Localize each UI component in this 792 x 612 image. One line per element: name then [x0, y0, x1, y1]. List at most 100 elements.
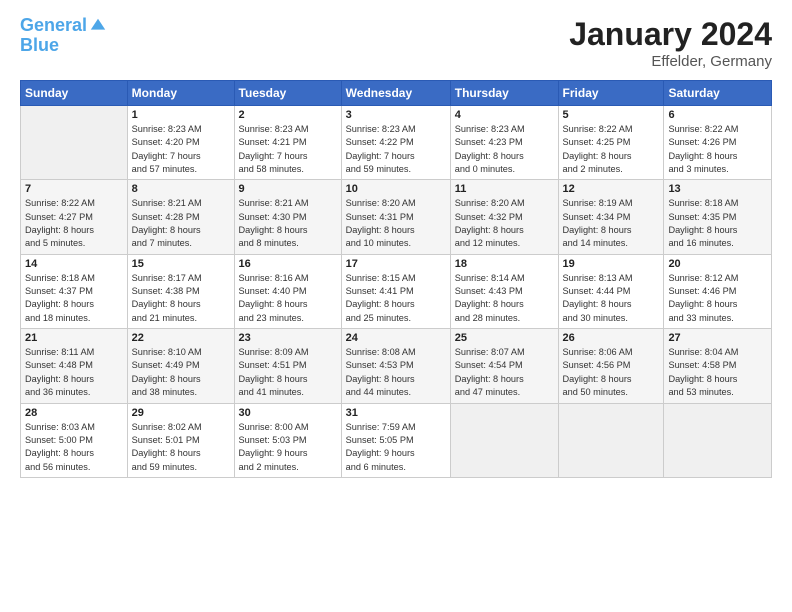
calendar-cell — [21, 106, 128, 180]
day-info: Sunrise: 8:08 AMSunset: 4:53 PMDaylight:… — [346, 346, 446, 399]
day-number: 22 — [132, 332, 230, 344]
day-info: Sunrise: 8:23 AMSunset: 4:20 PMDaylight:… — [132, 123, 230, 176]
day-info: Sunrise: 8:23 AMSunset: 4:21 PMDaylight:… — [239, 123, 337, 176]
calendar-cell: 29 Sunrise: 8:02 AMSunset: 5:01 PMDayligh… — [127, 403, 234, 477]
day-number: 5 — [563, 109, 660, 121]
logo-text: General — [20, 16, 87, 36]
calendar-cell — [450, 403, 558, 477]
logo-icon — [89, 17, 107, 35]
day-info: Sunrise: 8:13 AMSunset: 4:44 PMDaylight:… — [563, 272, 660, 325]
day-info: Sunrise: 8:16 AMSunset: 4:40 PMDaylight:… — [239, 272, 337, 325]
calendar-cell: 11Sunrise: 8:20 AMSunset: 4:32 PMDayligh… — [450, 180, 558, 254]
calendar-title: January 2024 — [569, 16, 772, 53]
day-number: 9 — [239, 183, 337, 195]
day-info: Sunrise: 8:14 AMSunset: 4:43 PMDaylight:… — [455, 272, 554, 325]
calendar-cell — [664, 403, 772, 477]
calendar-cell: 8Sunrise: 8:21 AMSunset: 4:28 PMDaylight… — [127, 180, 234, 254]
calendar-cell: 20 Sunrise: 8:12 AMSunset: 4:46 PMDayligh… — [664, 254, 772, 328]
day-info: Sunrise: 8:00 AMSunset: 5:03 PMDaylight:… — [239, 421, 337, 474]
calendar-subtitle: Effelder, Germany — [569, 53, 772, 70]
day-info: Sunrise: 8:21 AMSunset: 4:30 PMDaylight:… — [239, 197, 337, 250]
calendar-cell: 30 Sunrise: 8:00 AMSunset: 5:03 PMDayligh… — [234, 403, 341, 477]
calendar-page: General Blue January 2024 Effelder, Germ… — [0, 0, 792, 612]
day-info: Sunrise: 8:15 AMSunset: 4:41 PMDaylight:… — [346, 272, 446, 325]
weekday-saturday: Saturday — [664, 81, 772, 106]
day-number: 4 — [455, 109, 554, 121]
day-number: 15 — [132, 258, 230, 270]
calendar-cell: 6 Sunrise: 8:22 AMSunset: 4:26 PMDaylight… — [664, 106, 772, 180]
day-number: 30 — [239, 407, 337, 419]
calendar-cell: 10Sunrise: 8:20 AMSunset: 4:31 PMDayligh… — [341, 180, 450, 254]
day-info: Sunrise: 8:22 AMSunset: 4:26 PMDaylight:… — [668, 123, 767, 176]
day-number: 2 — [239, 109, 337, 121]
day-number: 24 — [346, 332, 446, 344]
day-number: 12 — [563, 183, 660, 195]
calendar-cell: 17Sunrise: 8:15 AMSunset: 4:41 PMDayligh… — [341, 254, 450, 328]
calendar-cell: 13Sunrise: 8:18 AMSunset: 4:35 PMDayligh… — [664, 180, 772, 254]
logo-text-blue: Blue — [20, 36, 107, 56]
day-info: Sunrise: 8:06 AMSunset: 4:56 PMDaylight:… — [563, 346, 660, 399]
calendar-cell: 21 Sunrise: 8:11 AMSunset: 4:48 PMDayligh… — [21, 329, 128, 403]
week-row-2: 7Sunrise: 8:22 AMSunset: 4:27 PMDaylight… — [21, 180, 772, 254]
weekday-wednesday: Wednesday — [341, 81, 450, 106]
calendar-cell: 23 Sunrise: 8:09 AMSunset: 4:51 PMDayligh… — [234, 329, 341, 403]
logo: General Blue — [20, 16, 107, 56]
day-number: 1 — [132, 109, 230, 121]
day-info: Sunrise: 8:10 AMSunset: 4:49 PMDaylight:… — [132, 346, 230, 399]
calendar-cell: 25Sunrise: 8:07 AMSunset: 4:54 PMDayligh… — [450, 329, 558, 403]
day-info: Sunrise: 8:19 AMSunset: 4:34 PMDaylight:… — [563, 197, 660, 250]
day-info: Sunrise: 8:12 AMSunset: 4:46 PMDaylight:… — [668, 272, 767, 325]
day-number: 21 — [25, 332, 123, 344]
day-info: Sunrise: 8:11 AMSunset: 4:48 PMDaylight:… — [25, 346, 123, 399]
calendar-cell: 7Sunrise: 8:22 AMSunset: 4:27 PMDaylight… — [21, 180, 128, 254]
day-number: 16 — [239, 258, 337, 270]
day-number: 28 — [25, 407, 123, 419]
weekday-tuesday: Tuesday — [234, 81, 341, 106]
calendar-cell: 26 Sunrise: 8:06 AMSunset: 4:56 PMDayligh… — [558, 329, 664, 403]
day-number: 10 — [346, 183, 446, 195]
day-info: Sunrise: 8:23 AMSunset: 4:23 PMDaylight:… — [455, 123, 554, 176]
calendar-table: SundayMondayTuesdayWednesdayThursdayFrid… — [20, 80, 772, 478]
day-info: Sunrise: 8:04 AMSunset: 4:58 PMDaylight:… — [668, 346, 767, 399]
day-number: 20 — [668, 258, 767, 270]
weekday-friday: Friday — [558, 81, 664, 106]
weekday-header-row: SundayMondayTuesdayWednesdayThursdayFrid… — [21, 81, 772, 106]
calendar-cell: 24 Sunrise: 8:08 AMSunset: 4:53 PMDayligh… — [341, 329, 450, 403]
day-number: 29 — [132, 407, 230, 419]
day-info: Sunrise: 8:07 AMSunset: 4:54 PMDaylight:… — [455, 346, 554, 399]
day-info: Sunrise: 8:18 AMSunset: 4:37 PMDaylight:… — [25, 272, 123, 325]
day-info: Sunrise: 8:21 AMSunset: 4:28 PMDaylight:… — [132, 197, 230, 250]
calendar-cell: 19Sunrise: 8:13 AMSunset: 4:44 PMDayligh… — [558, 254, 664, 328]
day-info: Sunrise: 8:23 AMSunset: 4:22 PMDaylight:… — [346, 123, 446, 176]
day-info: Sunrise: 8:17 AMSunset: 4:38 PMDaylight:… — [132, 272, 230, 325]
calendar-cell: 16 Sunrise: 8:16 AMSunset: 4:40 PMDayligh… — [234, 254, 341, 328]
day-info: Sunrise: 8:09 AMSunset: 4:51 PMDaylight:… — [239, 346, 337, 399]
week-row-1: 1 Sunrise: 8:23 AMSunset: 4:20 PMDaylight… — [21, 106, 772, 180]
calendar-cell: 15 Sunrise: 8:17 AMSunset: 4:38 PMDayligh… — [127, 254, 234, 328]
day-number: 11 — [455, 183, 554, 195]
weekday-thursday: Thursday — [450, 81, 558, 106]
calendar-cell: 31Sunrise: 7:59 AMSunset: 5:05 PMDayligh… — [341, 403, 450, 477]
day-info: Sunrise: 7:59 AMSunset: 5:05 PMDaylight:… — [346, 421, 446, 474]
day-number: 26 — [563, 332, 660, 344]
day-info: Sunrise: 8:02 AMSunset: 5:01 PMDaylight:… — [132, 421, 230, 474]
day-info: Sunrise: 8:22 AMSunset: 4:25 PMDaylight:… — [563, 123, 660, 176]
day-number: 27 — [668, 332, 767, 344]
week-row-3: 14 Sunrise: 8:18 AMSunset: 4:37 PMDayligh… — [21, 254, 772, 328]
day-number: 14 — [25, 258, 123, 270]
calendar-cell: 4 Sunrise: 8:23 AMSunset: 4:23 PMDaylight… — [450, 106, 558, 180]
calendar-cell: 22 Sunrise: 8:10 AMSunset: 4:49 PMDayligh… — [127, 329, 234, 403]
calendar-cell: 18Sunrise: 8:14 AMSunset: 4:43 PMDayligh… — [450, 254, 558, 328]
title-section: January 2024 Effelder, Germany — [569, 16, 772, 70]
calendar-cell: 27 Sunrise: 8:04 AMSunset: 4:58 PMDayligh… — [664, 329, 772, 403]
day-number: 13 — [668, 183, 767, 195]
day-number: 7 — [25, 183, 123, 195]
day-info: Sunrise: 8:03 AMSunset: 5:00 PMDaylight:… — [25, 421, 123, 474]
header: General Blue January 2024 Effelder, Germ… — [20, 16, 772, 70]
weekday-monday: Monday — [127, 81, 234, 106]
calendar-cell: 28 Sunrise: 8:03 AMSunset: 5:00 PMDayligh… — [21, 403, 128, 477]
day-number: 3 — [346, 109, 446, 121]
weekday-sunday: Sunday — [21, 81, 128, 106]
day-number: 6 — [668, 109, 767, 121]
day-number: 23 — [239, 332, 337, 344]
